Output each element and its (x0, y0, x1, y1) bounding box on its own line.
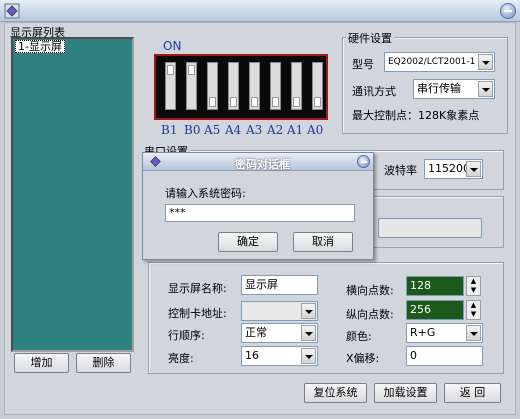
dip-on-label: ON (163, 39, 182, 53)
chevron-down-icon (301, 303, 316, 319)
dip-knob (188, 65, 195, 75)
dialog-titlebar: 密码对话框 (143, 153, 373, 171)
chevron-down-icon[interactable] (478, 54, 493, 70)
ok-button[interactable]: 确定 (218, 232, 278, 252)
dip-label-a1: A1 (287, 123, 304, 137)
x-offset-field[interactable]: 0 (406, 346, 483, 366)
dip-switch-a5 (207, 62, 218, 110)
dip-switch (154, 54, 328, 120)
dip-knob (251, 97, 258, 107)
spin-down-icon[interactable]: ▼ (467, 286, 480, 295)
model-select[interactable]: EQ2002/LCT2001-1 (384, 52, 495, 72)
password-dialog: 密码对话框 请输入系统密码: *** 确定 取消 (142, 152, 374, 260)
dip-label-a3: A3 (246, 123, 263, 137)
disabled-field (378, 218, 482, 238)
dip-label-b1: B1 (161, 123, 178, 137)
row-order-value: 正常 (245, 326, 267, 339)
dip-knob (230, 97, 237, 107)
brightness-value: 16 (245, 349, 259, 362)
window-titlebar (0, 0, 520, 22)
password-prompt: 请输入系统密码: (165, 187, 246, 200)
dip-switch-a0 (312, 62, 323, 110)
dip-knob (209, 97, 216, 107)
add-button[interactable]: 增加 (14, 353, 69, 373)
h-points-spinner[interactable]: ▲ ▼ (466, 276, 481, 296)
dip-knob (167, 65, 174, 75)
comm-select[interactable]: 串行传输 (413, 79, 495, 99)
chevron-down-icon[interactable] (466, 325, 481, 341)
color-select[interactable]: R+G (406, 323, 483, 343)
reset-system-button[interactable]: 复位系统 (304, 383, 367, 403)
baud-label: 波特率 (384, 164, 417, 177)
dip-switch-a1 (291, 62, 302, 110)
chevron-down-icon[interactable] (301, 348, 316, 364)
chevron-down-icon[interactable] (301, 325, 316, 341)
dip-label-a4: A4 (225, 123, 242, 137)
address-label: 控制卡地址: (168, 307, 227, 320)
row-order-select[interactable]: 正常 (241, 323, 318, 343)
spin-up-icon[interactable]: ▲ (467, 277, 480, 286)
delete-button[interactable]: 删除 (76, 353, 131, 373)
model-value: EQ2002/LCT2001-1 (388, 57, 476, 67)
dip-switch-b0 (186, 62, 197, 110)
row-order-label: 行顺序: (168, 329, 205, 342)
x-offset-label: X偏移: (346, 352, 380, 365)
dip-knob (272, 97, 279, 107)
max-points-text: 最大控制点：128K象素点 (352, 109, 480, 122)
v-points-spinner[interactable]: ▲ ▼ (466, 300, 481, 320)
h-points-label: 横向点数: (346, 284, 394, 297)
model-label: 型号 (352, 58, 374, 71)
spin-up-icon[interactable]: ▲ (467, 301, 480, 310)
spin-down-icon[interactable]: ▼ (467, 310, 480, 319)
v-points-label: 纵向点数: (346, 308, 394, 321)
dip-label-a5: A5 (204, 123, 221, 137)
baud-select[interactable]: 115200 (424, 159, 483, 179)
dip-label-b0: B0 (184, 123, 201, 137)
display-list[interactable]: 1-显示屏 (11, 37, 134, 352)
color-label: 颜色: (346, 330, 372, 343)
v-points-field[interactable]: 256 (406, 300, 464, 320)
dip-label-a0: A0 (307, 123, 324, 137)
name-field[interactable]: 显示屏 (241, 275, 318, 295)
name-label: 显示屏名称: (168, 282, 227, 295)
hardware-group-title: 硬件设置 (346, 30, 394, 46)
app-icon (4, 3, 20, 19)
dip-knob (293, 97, 300, 107)
dialog-minimize-button[interactable] (357, 155, 370, 168)
brightness-label: 亮度: (168, 352, 194, 365)
chevron-down-icon[interactable] (478, 81, 493, 97)
app-icon (150, 156, 161, 167)
list-item[interactable]: 1-显示屏 (15, 40, 65, 53)
address-select (241, 301, 318, 321)
cancel-button[interactable]: 取消 (293, 232, 353, 252)
window-minimize-button[interactable] (500, 3, 516, 19)
dip-knob (314, 97, 321, 107)
chevron-down-icon[interactable] (466, 161, 481, 177)
dip-label-a2: A2 (267, 123, 284, 137)
back-button[interactable]: 返 回 (444, 383, 501, 403)
dialog-title: 密码对话框 (235, 158, 290, 171)
baud-value: 115200 (428, 162, 470, 175)
password-field[interactable]: *** (165, 204, 355, 222)
dip-switch-a4 (228, 62, 239, 110)
comm-value: 串行传输 (417, 82, 461, 95)
h-points-field[interactable]: 128 (406, 276, 464, 296)
dip-switch-b1 (165, 62, 176, 110)
color-value: R+G (410, 326, 436, 339)
dip-switch-a3 (249, 62, 260, 110)
load-settings-button[interactable]: 加载设置 (374, 383, 437, 403)
brightness-select[interactable]: 16 (241, 346, 318, 366)
comm-label: 通讯方式 (352, 85, 396, 98)
dip-switch-a2 (270, 62, 281, 110)
